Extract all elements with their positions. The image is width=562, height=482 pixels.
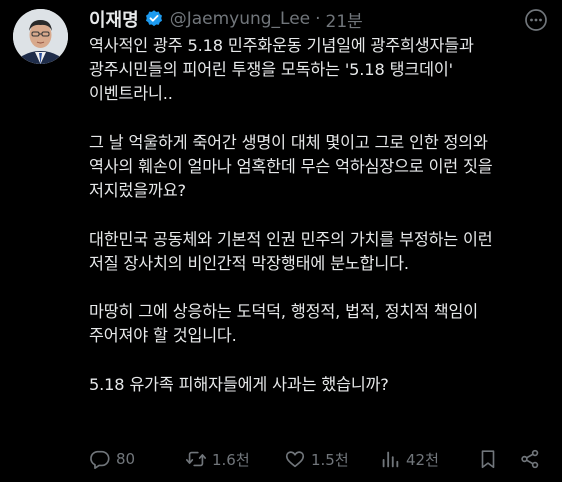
avatar[interactable] [13, 9, 68, 64]
tweet-paragraph: 역사적인 광주 5.18 민주화운동 기념일에 광주희생자들과 광주시민들의 피… [89, 34, 555, 107]
reply-button[interactable]: 80 [89, 446, 135, 472]
tweet-line: 광주시민들의 피어린 투쟁을 모독하는 '5.18 탱크데이' [89, 60, 453, 80]
tweet-text: 역사적인 광주 5.18 민주화운동 기념일에 광주희생자들과 광주시민들의 피… [89, 34, 555, 397]
tweet-paragraph: 5.18 유가족 피해자들에게 사과는 했습니까? [89, 373, 555, 397]
tweet-paragraph: 대한민국 공동체와 기본적 인권 민주의 가치를 부정하는 이런 저질 장사치의… [89, 228, 555, 276]
reply-icon [89, 448, 111, 470]
tweet-line: 5.18 유가족 피해자들에게 사과는 했습니까? [89, 374, 389, 394]
tweet-header: 이재명 @Jaemyung_Lee · 21분 [89, 6, 363, 32]
verified-badge-icon [144, 9, 164, 29]
like-button[interactable]: 1.5천 [284, 446, 349, 472]
views-icon [379, 448, 401, 470]
tweet-line: 이벤트라니.. [89, 84, 173, 104]
bookmark-icon [477, 448, 499, 470]
tweet-line: 역사적인 광주 5.18 민주화운동 기념일에 광주희생자들과 [89, 36, 474, 55]
share-icon [519, 448, 541, 470]
tweet-line: 대한민국 공동체와 기본적 인권 민주의 가치를 부정하는 이런 [89, 229, 493, 249]
tweet-paragraph: 마땅히 그에 상응하는 도덕덕, 행정적, 법적, 정치적 책임이 주어져야 할… [89, 300, 555, 348]
heart-icon [284, 448, 306, 470]
tweet-line: 그 날 억울하게 죽어간 생명이 대체 몇이고 그로 인한 정의와 [89, 132, 488, 152]
tweet-line: 저질 장사치의 비인간적 막장행태에 분노합니다. [89, 253, 409, 273]
views-button[interactable]: 42천 [379, 446, 439, 472]
action-bar: 80 1.6천 1.5천 42천 [89, 446, 549, 472]
handle[interactable]: @Jaemyung_Lee [170, 9, 310, 29]
tweet[interactable]: 이재명 @Jaemyung_Lee · 21분 역사적인 광주 5.18 민주화… [0, 0, 562, 482]
more-options-icon[interactable] [524, 8, 548, 32]
reply-count: 80 [116, 450, 136, 468]
repost-icon [185, 448, 207, 470]
tweet-line: 주어져야 할 것입니다. [89, 326, 237, 346]
tweet-paragraph: 그 날 억울하게 죽어간 생명이 대체 몇이고 그로 인한 정의와 역사의 훼손… [89, 131, 555, 204]
timestamp[interactable]: 21분 [326, 7, 363, 32]
repost-button[interactable]: 1.6천 [185, 446, 250, 472]
share-button[interactable] [519, 446, 541, 472]
display-name[interactable]: 이재명 [89, 6, 139, 32]
like-count: 1.5천 [311, 450, 349, 469]
bookmark-button[interactable] [477, 446, 499, 472]
views-count: 42천 [406, 450, 439, 469]
tweet-line: 마땅히 그에 상응하는 도덕덕, 행정적, 법적, 정치적 책임이 [89, 302, 479, 322]
tweet-line: 역사의 훼손이 얼마나 엄혹한데 무슨 억하심장으로 이런 짓을 [89, 157, 493, 176]
separator-dot: · [315, 9, 321, 29]
tweet-line: 저지렀을까요? [89, 181, 186, 201]
repost-count: 1.6천 [212, 450, 250, 469]
